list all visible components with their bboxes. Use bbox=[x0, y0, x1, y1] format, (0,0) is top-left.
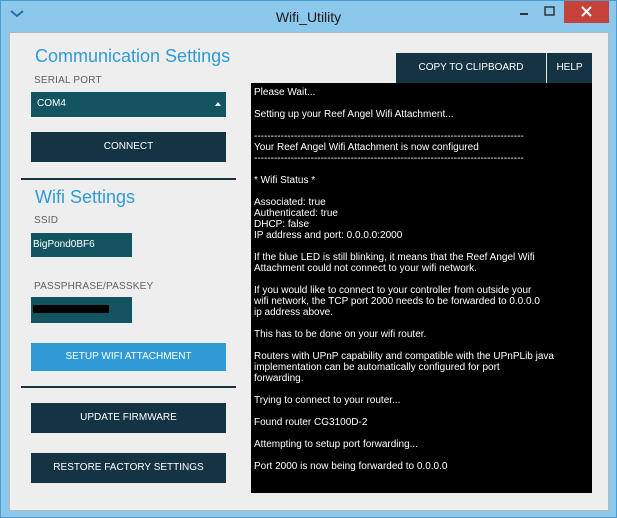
ssid-label: SSID bbox=[34, 215, 59, 226]
serial-port-value: COM4 bbox=[37, 98, 66, 109]
app-window: Wifi_Utility Communication Settings SERI… bbox=[0, 0, 617, 518]
section-divider bbox=[21, 386, 236, 388]
maximize-button[interactable] bbox=[537, 1, 563, 23]
minimize-icon bbox=[520, 13, 528, 15]
close-button[interactable] bbox=[564, 1, 609, 23]
update-firmware-button[interactable]: UPDATE FIRMWARE bbox=[31, 403, 226, 433]
ssid-field[interactable]: BigPond0BF6 bbox=[31, 233, 132, 257]
console-output[interactable]: Please Wait... Setting up your Reef Ange… bbox=[251, 83, 592, 493]
serial-port-label: SERIAL PORT bbox=[34, 75, 102, 86]
copy-to-clipboard-button[interactable]: COPY TO CLIPBOARD bbox=[396, 53, 546, 83]
serial-port-select[interactable]: COM4 bbox=[31, 92, 226, 117]
setup-wifi-button[interactable]: SETUP WIFI ATTACHMENT bbox=[31, 343, 226, 371]
maximize-icon bbox=[544, 6, 555, 16]
title-bar[interactable]: Wifi_Utility bbox=[1, 1, 616, 31]
passphrase-label: PASSPHRASE/PASSKEY bbox=[34, 281, 154, 292]
caret-up-icon bbox=[215, 102, 221, 106]
close-icon bbox=[581, 6, 592, 17]
passphrase-field[interactable] bbox=[31, 297, 132, 323]
minimize-button[interactable] bbox=[511, 1, 537, 23]
communication-heading: Communication Settings bbox=[35, 46, 231, 66]
wifi-heading: Wifi Settings bbox=[35, 187, 136, 207]
client-area: Communication Settings SERIAL PORT COM4 … bbox=[9, 32, 609, 511]
section-divider bbox=[21, 178, 236, 180]
restore-factory-settings-button[interactable]: RESTORE FACTORY SETTINGS bbox=[31, 453, 226, 483]
connect-button[interactable]: CONNECT bbox=[31, 132, 226, 162]
redaction-bar bbox=[33, 305, 109, 313]
help-button[interactable]: HELP bbox=[547, 53, 592, 83]
